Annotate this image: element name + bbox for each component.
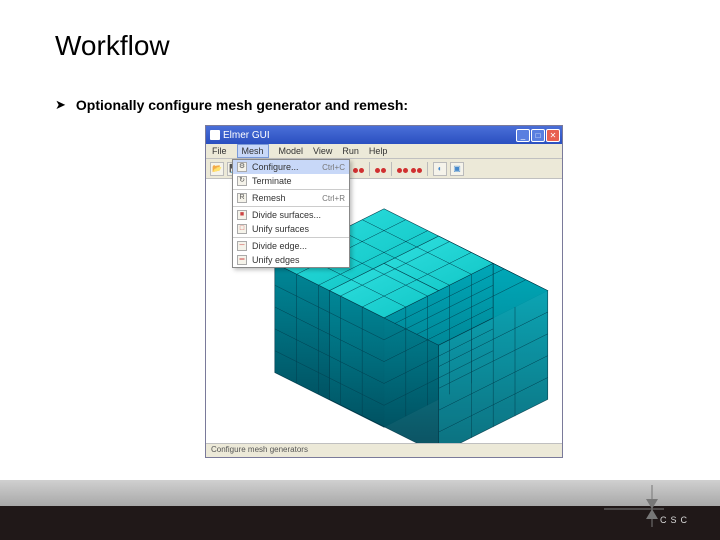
menu-item-label: Divide surfaces... bbox=[252, 210, 345, 220]
status-text: Configure mesh generators bbox=[211, 445, 308, 454]
menu-item-remesh[interactable]: R Remesh Ctrl+R bbox=[233, 191, 349, 205]
toolbar-sep bbox=[369, 162, 370, 176]
remesh-icon: R bbox=[237, 193, 247, 203]
menu-item-terminate[interactable]: ↻ Terminate bbox=[233, 174, 349, 188]
menu-separator bbox=[233, 237, 349, 238]
node-pair-icon[interactable] bbox=[411, 164, 422, 173]
menu-mesh[interactable]: Mesh bbox=[237, 144, 269, 158]
node-pair-icon[interactable] bbox=[353, 164, 364, 173]
menu-item-divide-edge[interactable]: ─ Divide edge... bbox=[233, 239, 349, 253]
terminate-icon: ↻ bbox=[237, 176, 247, 186]
menu-item-label: Unify surfaces bbox=[252, 224, 345, 234]
minimize-button[interactable]: _ bbox=[516, 129, 530, 142]
app-title: Elmer GUI bbox=[223, 130, 270, 141]
node-pair-icon[interactable] bbox=[375, 164, 386, 173]
node-pair-icon[interactable] bbox=[397, 164, 408, 173]
csc-logo: CSC bbox=[604, 479, 694, 532]
menubar: File Mesh Model View Run Help bbox=[206, 144, 562, 159]
menu-view[interactable]: View bbox=[313, 146, 332, 156]
gear-icon: ⚙ bbox=[237, 162, 247, 172]
status-bar: Configure mesh generators bbox=[206, 443, 562, 457]
maximize-button[interactable]: □ bbox=[531, 129, 545, 142]
mesh-dropdown: ⚙ Configure... Ctrl+C ↻ Terminate R Reme… bbox=[232, 159, 350, 268]
menu-item-configure[interactable]: ⚙ Configure... Ctrl+C bbox=[233, 160, 349, 174]
titlebar: Elmer GUI _ □ ✕ bbox=[206, 126, 562, 144]
slide-title: Workflow bbox=[55, 30, 170, 62]
toolbar-sep bbox=[391, 162, 392, 176]
unify-icon: □ bbox=[237, 224, 247, 234]
menu-separator bbox=[233, 189, 349, 190]
bullet-text: Optionally configure mesh generator and … bbox=[76, 97, 408, 113]
menu-help[interactable]: Help bbox=[369, 146, 388, 156]
app-icon bbox=[210, 130, 220, 140]
divide-icon: ■ bbox=[237, 210, 247, 220]
bullet-row: ➤ Optionally configure mesh generator an… bbox=[55, 97, 408, 113]
menu-run[interactable]: Run bbox=[342, 146, 359, 156]
menu-item-label: Divide edge... bbox=[252, 241, 345, 251]
tool-icon[interactable]: ◐ bbox=[433, 162, 447, 176]
menu-file[interactable]: File bbox=[212, 146, 227, 156]
titlebar-left: Elmer GUI bbox=[210, 130, 270, 141]
menu-item-divide-surfaces[interactable]: ■ Divide surfaces... bbox=[233, 208, 349, 222]
menu-item-unify-surfaces[interactable]: □ Unify surfaces bbox=[233, 222, 349, 236]
menu-item-shortcut: Ctrl+C bbox=[322, 163, 345, 172]
svg-text:CSC: CSC bbox=[660, 515, 691, 525]
menu-model[interactable]: Model bbox=[279, 146, 304, 156]
window-buttons: _ □ ✕ bbox=[516, 129, 560, 142]
menu-item-label: Unify edges bbox=[252, 255, 345, 265]
unify-edge-icon: ═ bbox=[237, 255, 247, 265]
menu-item-label: Remesh bbox=[252, 193, 317, 203]
toolbar-sep bbox=[427, 162, 428, 176]
divide-edge-icon: ─ bbox=[237, 241, 247, 251]
bullet-marker-icon: ➤ bbox=[55, 97, 66, 113]
menu-separator bbox=[233, 206, 349, 207]
menu-item-unify-edges[interactable]: ═ Unify edges bbox=[233, 253, 349, 267]
menu-item-label: Terminate bbox=[252, 176, 345, 186]
tool-icon[interactable]: ▣ bbox=[450, 162, 464, 176]
menu-item-shortcut: Ctrl+R bbox=[322, 194, 345, 203]
close-button[interactable]: ✕ bbox=[546, 129, 560, 142]
open-icon[interactable]: 📂 bbox=[210, 162, 224, 176]
app-window: Elmer GUI _ □ ✕ File Mesh Model View Run… bbox=[205, 125, 563, 458]
menu-item-label: Configure... bbox=[252, 162, 317, 172]
